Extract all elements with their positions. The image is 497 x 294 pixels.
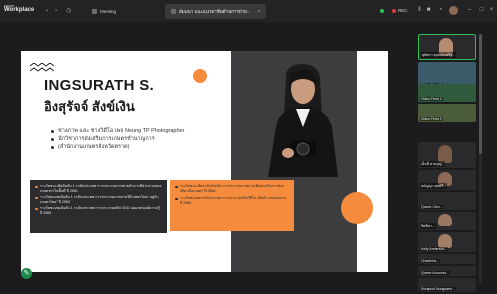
list-item: ช่างภาพ และ ช่างวิดีโอ เพจ Neung TP Phot…	[51, 128, 184, 135]
participant-tile[interactable]: Suraphol Nongsaen...	[418, 278, 476, 292]
history-icon[interactable]: ◷	[66, 8, 72, 14]
list-item: รางวัลชมเชยระดับประเทศ การประกวดคลิปวิดี…	[175, 196, 289, 206]
maximize-icon[interactable]: □	[478, 7, 485, 14]
speaker-name-thai: อิงสุรัจจ์ สังข์เงิน	[44, 99, 135, 114]
participant-tile[interactable]: เอ็นนี่ สายบุญ...	[418, 142, 476, 168]
list-item: รางวัลชมเชยอันดับ 1 ระดับประเทศ การประกว…	[35, 206, 162, 216]
scrollbar-thumb[interactable]	[479, 34, 482, 154]
recording-indicator[interactable]: REC	[392, 8, 408, 13]
back-arrow-icon[interactable]: ‹	[46, 8, 52, 14]
participant-tile[interactable]: Chanthira...	[418, 254, 476, 264]
list-item: นักวิชาการส่งเสริมการเกษตรชำนาญการ	[51, 136, 184, 143]
orange-circle-decoration	[341, 192, 373, 224]
title-bar: zoom Workplace ‹ › ◷ Meeting สัมมนา แนะแ…	[0, 0, 497, 22]
list-item: รางวัลชมเชยอันดับ 1 ระดับประเทศ การประกว…	[35, 195, 162, 205]
record-dot-icon	[392, 8, 396, 13]
wave-decoration-icon	[30, 63, 54, 72]
annotate-pencil-icon[interactable]: ✎	[21, 268, 32, 279]
webinar-icon	[171, 9, 176, 14]
notification-icon[interactable]: ◔	[437, 7, 444, 14]
participant-tile[interactable]: Kelly Anderson...	[418, 232, 476, 252]
meeting-icon	[92, 9, 97, 14]
participant-video	[438, 234, 452, 248]
participant-tile[interactable]: ธนัญญา สุขศรี...	[418, 170, 476, 190]
list-item: รางวัลชนะเลิศระดับจังหวัด การประกวดภาพถ่…	[175, 184, 289, 194]
minimize-icon[interactable]: –	[466, 7, 473, 14]
shared-screen-slide: INGSURATH S. อิงสุรัจจ์ สังข์เงิน ช่างภา…	[21, 51, 388, 272]
tab-webinar[interactable]: สัมมนา แนะแนวอาชีพด้านการถ่าย... ×	[165, 4, 267, 19]
participant-video	[438, 214, 452, 226]
speaker-photo	[268, 64, 338, 177]
participants-panel: สุพัตรา คุณประเสริฐ... Video Feed 1 Vide…	[418, 34, 476, 294]
participant-tile[interactable]: สุพัตรา คุณประเสริฐ...	[418, 34, 476, 60]
awards-box-dark: รางวัลชนะเลิศอันดับ 1 ระดับประเทศ การประ…	[30, 180, 167, 233]
slide-right-margin	[357, 51, 388, 272]
speaker-name-english: INGSURATH S.	[44, 77, 154, 94]
participant-tile[interactable]: Video Feed 2	[418, 84, 476, 102]
avatar[interactable]	[449, 6, 458, 15]
awards-box-orange: รางวัลชนะเลิศระดับจังหวัด การประกวดภาพถ่…	[170, 180, 294, 231]
close-icon[interactable]: ×	[488, 7, 495, 14]
orange-circle-decoration	[193, 69, 207, 83]
pause-icon[interactable]: ‖	[416, 7, 423, 14]
participant-tile[interactable]: Video Feed 3	[418, 104, 476, 122]
app-logo: zoom Workplace	[4, 3, 35, 13]
participant-tile[interactable]: Queen Cleo...	[418, 192, 476, 210]
list-item: (สำนักงานเกษตรจังหวัดตราด)	[51, 144, 184, 151]
profile-bullets: ช่างภาพ และ ช่างวิดีโอ เพจ Neung TP Phot…	[51, 128, 184, 152]
stop-icon[interactable]: ■	[425, 7, 432, 14]
close-tab-icon[interactable]: ×	[258, 9, 261, 15]
zoom-window: zoom Workplace ‹ › ◷ Meeting สัมมนา แนะแ…	[0, 0, 497, 294]
participant-tile[interactable]: Queen Aroonrat...	[418, 266, 476, 276]
connection-status-icon	[380, 9, 384, 13]
participant-tile[interactable]: จิตติมา...	[418, 212, 476, 230]
list-item: รางวัลชนะเลิศอันดับ 1 ระดับประเทศ การประ…	[35, 184, 162, 194]
forward-arrow-icon[interactable]: ›	[55, 8, 61, 14]
participants-scrollbar[interactable]	[479, 34, 482, 284]
tab-meeting[interactable]: Meeting	[86, 4, 122, 19]
